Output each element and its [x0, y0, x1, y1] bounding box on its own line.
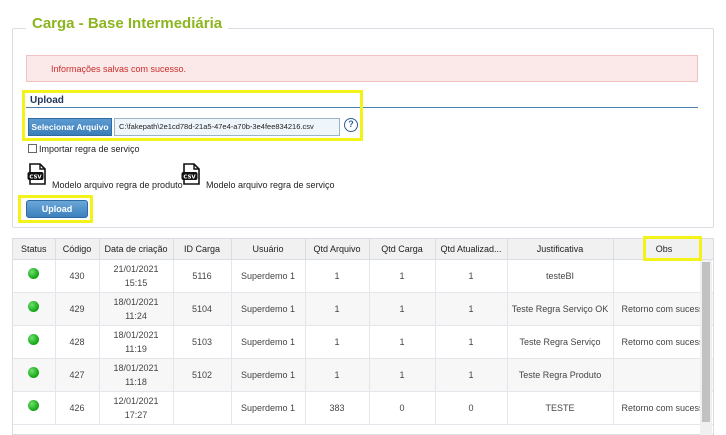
cell-qtd-arquivo: 383 [305, 391, 370, 425]
cell-date: 12/01/2021 17:27 [99, 391, 174, 425]
cell-codigo: 428 [55, 325, 100, 359]
cell-justificativa: Teste Regra Produto [507, 358, 614, 392]
status-ok-icon [28, 334, 40, 345]
cell-obs [613, 259, 713, 293]
cell-qtd-atualizada: 0 [435, 391, 508, 425]
csv-file-icon[interactable]: CSV [27, 163, 47, 185]
cell-date: 18/01/2021 11:19 [99, 325, 174, 359]
cell-qtd-atualizada: 1 [435, 259, 508, 293]
cell-user: Superdemo 1 [231, 259, 306, 293]
column-header[interactable]: Código [55, 239, 100, 260]
cell-qtd-arquivo: 1 [305, 358, 370, 392]
status-ok-icon [28, 367, 40, 378]
cargas-table: Status Código Data de criação ID Carga U… [12, 238, 714, 435]
alert-message: Informações salvas com sucesso. [51, 64, 187, 74]
csv-file-icon[interactable]: CSV [181, 163, 201, 185]
cell-qtd-arquivo: 1 [305, 259, 370, 293]
cell-user: Superdemo 1 [231, 292, 306, 326]
column-header[interactable]: ID Carga [173, 239, 232, 260]
table-row[interactable]: 428 18/01/2021 11:19 5103 Superdemo 1 1 1… [13, 325, 713, 359]
cell-qtd-carga: 0 [369, 391, 436, 425]
cell-codigo: 429 [55, 292, 100, 326]
cell-user: Superdemo 1 [231, 358, 306, 392]
import-service-rule-option[interactable]: Importar regra de serviço [28, 144, 140, 154]
cell-qtd-atualizada: 1 [435, 358, 508, 392]
import-service-rule-checkbox[interactable] [28, 144, 37, 153]
column-header[interactable]: Data de criação [99, 239, 174, 260]
table-scrollbar-thumb[interactable] [702, 262, 710, 422]
column-header[interactable]: Qtd Arquivo [305, 239, 370, 260]
cell-id: 5116 [173, 259, 232, 293]
cell-id: 5103 [173, 325, 232, 359]
cell-justificativa: Teste Regra Serviço [507, 325, 614, 359]
cell-obs: Retorno com sucesso [613, 391, 713, 425]
model-product-link[interactable]: Modelo arquivo regra de produto [52, 180, 183, 190]
page-title: Carga - Base Intermediária [26, 15, 229, 32]
table-row[interactable]: 426 12/01/2021 17:27 Superdemo 1 383 0 0 … [13, 391, 713, 425]
cell-user: Superdemo 1 [231, 391, 306, 425]
table-row[interactable]: 427 18/01/2021 11:18 5102 Superdemo 1 1 1… [13, 358, 713, 392]
cell-qtd-carga: 1 [369, 325, 436, 359]
success-alert: Informações salvas com sucesso. [26, 55, 698, 82]
upload-button-highlight [18, 195, 93, 223]
cell-justificativa: TESTE [507, 391, 614, 425]
cell-qtd-arquivo: 1 [305, 325, 370, 359]
csv-icon-text: CSV [183, 174, 196, 180]
cell-id: 5102 [173, 358, 232, 392]
cell-justificativa: testeBI [507, 259, 614, 293]
cell-user: Superdemo 1 [231, 325, 306, 359]
cell-obs: Retorno com sucesso [613, 325, 713, 359]
cell-obs [613, 358, 713, 392]
cell-codigo: 430 [55, 259, 100, 293]
column-header[interactable]: Qtd Carga [369, 239, 436, 260]
status-ok-icon [28, 268, 40, 279]
cell-qtd-arquivo: 1 [305, 292, 370, 326]
cell-qtd-atualizada: 1 [435, 325, 508, 359]
cell-codigo: 427 [55, 358, 100, 392]
cell-qtd-atualizada: 1 [435, 292, 508, 326]
upload-highlight [22, 90, 363, 141]
cell-id: 5104 [173, 292, 232, 326]
cell-id [173, 391, 232, 425]
csv-icon-text: CSV [29, 174, 42, 180]
cell-date: 21/01/2021 15:15 [99, 259, 174, 293]
cell-obs: Retorno com sucesso [613, 292, 713, 326]
cell-qtd-carga: 1 [369, 292, 436, 326]
model-service-link[interactable]: Modelo arquivo regra de serviço [206, 180, 335, 190]
column-header[interactable]: Usuário [231, 239, 306, 260]
status-ok-icon [28, 301, 40, 312]
cell-justificativa: Teste Regra Serviço OK [507, 292, 614, 326]
column-header[interactable]: Justificativa [507, 239, 614, 260]
table-row[interactable]: 430 21/01/2021 15:15 5116 Superdemo 1 1 1… [13, 259, 713, 293]
table-header-row: Status Código Data de criação ID Carga U… [13, 239, 713, 260]
checkbox-label: Importar regra de serviço [39, 144, 140, 154]
table-row[interactable]: 429 18/01/2021 11:24 5104 Superdemo 1 1 1… [13, 292, 713, 326]
obs-column-highlight [643, 236, 702, 261]
cell-date: 18/01/2021 11:24 [99, 292, 174, 326]
cell-qtd-carga: 1 [369, 358, 436, 392]
column-header[interactable]: Qtd Atualizad... [435, 239, 508, 260]
cell-codigo: 426 [55, 391, 100, 425]
column-header[interactable]: Status [13, 239, 56, 260]
status-ok-icon [28, 400, 40, 411]
cell-date: 18/01/2021 11:18 [99, 358, 174, 392]
cell-qtd-carga: 1 [369, 259, 436, 293]
